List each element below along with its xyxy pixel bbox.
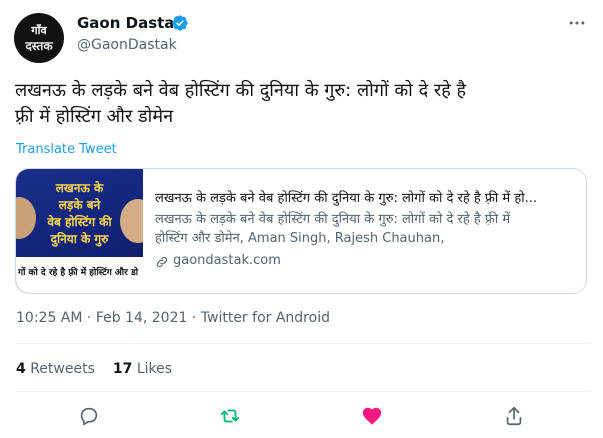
link-preview-card[interactable]: लखनऊ के लड़के बने वेब होस्टिंग की दुनिया…	[15, 168, 587, 294]
avatar[interactable]: गाँव दस्तक	[14, 13, 64, 63]
verified-badge-icon	[172, 15, 188, 31]
tweet-source-link[interactable]: Twitter for Android	[201, 310, 330, 326]
avatar-text-line2: दस्तक	[25, 39, 53, 53]
card-description-line2: होस्टिंग और डोमेन, Aman Singh, Rajesh Ch…	[155, 231, 445, 246]
card-thumbnail: लखनऊ के लड़के बने वेब होस्टिंग की दुनिया…	[16, 169, 143, 293]
tweet-text: लखनऊ के लड़के बने वेब होस्टिंग की दुनिया…	[15, 78, 590, 130]
card-description-line1: लखनऊ के लड़के बने वेब होस्टिंग की दुनिया…	[155, 212, 511, 227]
divider-top	[15, 343, 590, 344]
engagement-stats: 4 Retweets 17 Likes	[16, 361, 172, 377]
author-display-name[interactable]: Gaon Dastak	[77, 14, 184, 32]
tweet-meta: 10:25 AM · Feb 14, 2021 · Twitter for An…	[16, 310, 330, 326]
retweets-stat[interactable]: 4 Retweets	[16, 361, 95, 377]
tweet-text-line2: फ़्री में होस्टिंग और डोमेन	[15, 106, 174, 127]
likes-stat[interactable]: 17 Likes	[113, 361, 172, 377]
thumbnail-text-line1: लखनऊ के	[55, 181, 104, 195]
thumbnail-text-line4: दुनिया के गुरु	[50, 232, 109, 246]
author-handle[interactable]: @GaonDastak	[77, 37, 177, 53]
more-horizontal-icon[interactable]	[567, 13, 587, 33]
likes-count: 17	[112, 361, 133, 377]
tweet-text-line1: लखनऊ के लड़के बने वेब होस्टिंग की दुनिया…	[15, 80, 467, 101]
tweet-time-link[interactable]: 10:25 AM	[16, 310, 82, 326]
tweet-date-link[interactable]: Feb 14, 2021	[96, 310, 188, 326]
avatar-text-line1: गाँव	[31, 24, 47, 37]
meta-separator-2: ·	[187, 310, 201, 326]
card-title: लखनऊ के लड़के बने वेब होस्टिंग की दुनिया…	[155, 191, 537, 206]
divider-bottom	[15, 391, 590, 392]
card-description: लखनऊ के लड़के बने वेब होस्टिंग की दुनिया…	[155, 210, 575, 248]
heart-icon[interactable]	[361, 405, 383, 427]
retweet-icon[interactable]	[219, 405, 241, 427]
retweets-label: Retweets	[30, 361, 95, 377]
reply-icon[interactable]	[78, 405, 100, 427]
share-icon[interactable]	[503, 405, 525, 427]
thumbnail-text-line2: लड़के बने	[58, 198, 101, 212]
thumbnail-text-line3: वेब होस्टिंग की	[47, 215, 112, 229]
card-domain: gaondastak.com	[173, 253, 281, 268]
likes-label: Likes	[136, 361, 173, 377]
retweets-count: 4	[16, 361, 26, 377]
translate-tweet-link[interactable]: Translate Tweet	[16, 142, 117, 157]
meta-separator: ·	[82, 310, 96, 326]
link-icon	[156, 256, 168, 268]
thumbnail-bottom-text: गों को दे रहे है फ़्री में होस्टिंग और ड…	[18, 268, 139, 278]
